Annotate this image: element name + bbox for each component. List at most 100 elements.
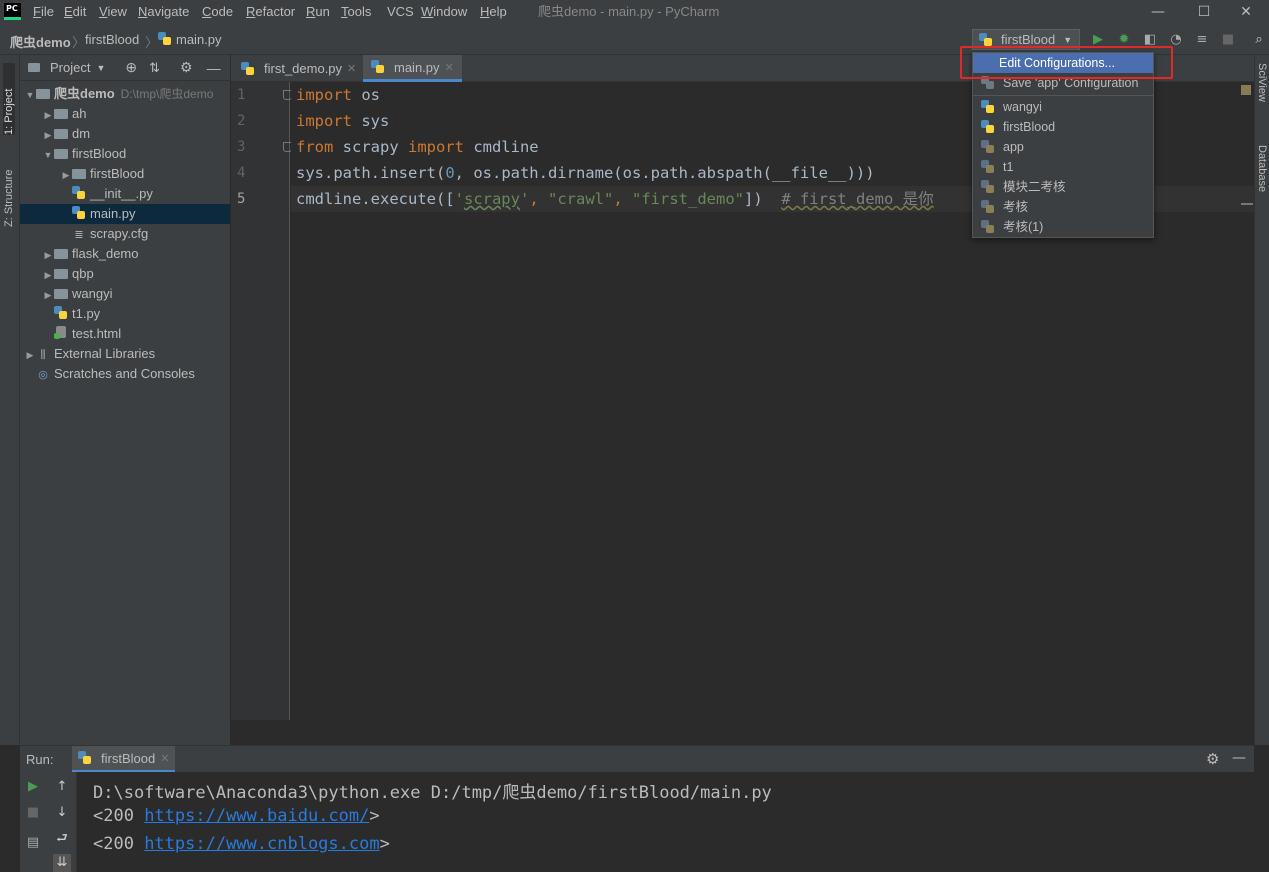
menu-item[interactable]: Tools <box>341 3 371 21</box>
hide-icon[interactable]: — <box>207 60 221 76</box>
run-tab[interactable]: firstBlood ✕ <box>72 746 176 773</box>
tree-item[interactable]: ▼ 爬虫demo D:\tmp\爬虫demo <box>20 84 230 104</box>
tree-item[interactable]: ▶ ah <box>20 104 230 124</box>
minimize-button[interactable]: — <box>1135 0 1181 25</box>
console-link[interactable]: https://www.cnblogs.com <box>144 834 379 854</box>
run-config-item-label: 模块二考核 <box>1003 180 1066 194</box>
run-console[interactable]: D:\software\Anaconda3\python.exe D:/tmp/… <box>77 772 1254 872</box>
tree-item[interactable]: test.html <box>20 324 230 344</box>
concurrency-icon[interactable]: ≡ <box>1193 31 1211 49</box>
stop-icon[interactable]: ■ <box>1219 31 1237 49</box>
breadcrumb-folder[interactable]: firstBlood <box>85 32 139 47</box>
soft-wrap-icon[interactable]: ⮐ <box>53 830 71 848</box>
menu-item[interactable]: Edit <box>64 3 86 21</box>
menu-item[interactable]: File <box>33 3 54 21</box>
tree-item[interactable]: ◎ Scratches and Consoles <box>20 364 230 384</box>
run-config-item[interactable]: 考核 <box>973 197 1153 217</box>
tree-item-label: main.py <box>90 206 136 221</box>
run-config-item[interactable]: 考核(1) <box>973 217 1153 237</box>
expand-right-icon[interactable]: ▶ <box>42 245 54 265</box>
folder-icon <box>54 269 68 279</box>
run-config-item[interactable]: wangyi <box>973 97 1153 117</box>
tree-item[interactable]: __init__.py <box>20 184 230 204</box>
tree-item-label: firstBlood <box>90 166 145 181</box>
menu-item[interactable]: Refactor <box>246 3 295 21</box>
search-icon[interactable]: ⌕ <box>1250 31 1268 49</box>
console-text: > <box>379 834 390 854</box>
scroll-up-icon[interactable]: ↑ <box>53 778 71 796</box>
tree-item[interactable]: t1.py <box>20 304 230 324</box>
tree-item[interactable]: ▶ wangyi <box>20 284 230 304</box>
inspection-icon[interactable] <box>1241 85 1251 95</box>
close-icon[interactable]: ✕ <box>347 62 356 75</box>
chevron-down-icon[interactable]: ▼ <box>96 63 105 73</box>
tree-item[interactable]: ▶ qbp <box>20 264 230 284</box>
layout-icon[interactable]: ▤ <box>24 834 42 852</box>
scroll-to-end-icon[interactable]: ⇊ <box>53 854 71 872</box>
breadcrumb-file[interactable]: main.py <box>176 32 222 47</box>
tree-item[interactable]: ▶ ⫼ External Libraries <box>20 344 230 364</box>
tree-item[interactable]: main.py <box>20 204 230 224</box>
menu-item[interactable]: VCS <box>387 3 414 21</box>
python-file-icon <box>241 61 255 76</box>
expand-right-icon[interactable]: ▶ <box>24 345 36 365</box>
close-icon[interactable]: ✕ <box>160 752 169 765</box>
expand-right-icon[interactable]: ▶ <box>42 105 54 125</box>
gear-icon[interactable]: ⚙ <box>1206 750 1219 768</box>
menu-item[interactable]: Window <box>421 3 467 21</box>
expand-right-icon[interactable]: ▶ <box>42 265 54 285</box>
tree-item[interactable]: ▶ flask_demo <box>20 244 230 264</box>
editor-tab[interactable]: first_demo.py ✕ <box>233 55 364 82</box>
sciview-tool-button[interactable]: SciView <box>1256 63 1268 102</box>
run-config-item[interactable]: app <box>973 137 1153 157</box>
menu-label: iew <box>107 4 127 19</box>
menu-mnemonic: E <box>64 4 73 19</box>
tree-item[interactable]: ▼ firstBlood <box>20 144 230 164</box>
expand-down-icon[interactable]: ▼ <box>42 145 54 165</box>
error-stripe-mark[interactable] <box>1241 203 1253 205</box>
menu-item[interactable]: Help <box>480 3 507 21</box>
code-line: from scrapy import cmdline <box>296 134 539 160</box>
close-window-button[interactable]: ✕ <box>1223 0 1269 25</box>
menu-item[interactable]: Code <box>202 3 233 21</box>
tree-item[interactable]: ≣ scrapy.cfg <box>20 224 230 244</box>
gear-icon[interactable]: ⚙ <box>180 59 193 76</box>
python-file-icon <box>72 186 86 200</box>
tree-item[interactable]: ▶ dm <box>20 124 230 144</box>
menu-item[interactable]: View <box>99 3 127 21</box>
structure-tool-button[interactable]: Z: Structure <box>3 147 15 227</box>
run-config-item[interactable]: t1 <box>973 157 1153 177</box>
editor-tab[interactable]: main.py ✕ <box>363 55 462 82</box>
run-config-item[interactable]: 模块二考核 <box>973 177 1153 197</box>
expand-right-icon[interactable]: ▶ <box>42 125 54 145</box>
collapse-all-icon[interactable]: ⇅ <box>149 60 160 76</box>
tree-item-label: flask_demo <box>72 246 139 261</box>
locate-icon[interactable]: ⊕ <box>125 59 137 76</box>
hide-icon[interactable]: — <box>1232 750 1246 766</box>
run-config-item[interactable]: firstBlood <box>973 117 1153 137</box>
menu-item[interactable]: Navigate <box>138 3 189 21</box>
expand-right-icon[interactable]: ▶ <box>60 165 72 185</box>
menu-item[interactable]: Run <box>306 3 330 21</box>
menu-label: efactor <box>255 4 296 19</box>
code-token: scrapy <box>463 190 520 208</box>
close-icon[interactable]: ✕ <box>445 61 454 74</box>
tree-item-label: Scratches and Consoles <box>54 366 195 381</box>
rerun-icon[interactable]: ▶ <box>24 778 42 796</box>
console-link[interactable]: https://www.baidu.com/ <box>144 806 369 826</box>
project-tool-button[interactable]: 1: Project <box>3 63 15 135</box>
run-config-dropdown: Edit Configurations... Save 'app' Config… <box>972 52 1154 238</box>
expand-right-icon[interactable]: ▶ <box>42 285 54 305</box>
stop-icon[interactable]: ■ <box>24 804 42 822</box>
maximize-button[interactable]: ☐ <box>1181 0 1227 25</box>
breadcrumb-project[interactable]: 爬虫demo <box>10 32 71 51</box>
tree-item[interactable]: ▶ firstBlood <box>20 164 230 184</box>
scroll-down-icon[interactable]: ↓ <box>53 804 71 822</box>
project-view-selector[interactable]: Project <box>50 60 90 75</box>
code-token: , <box>613 190 632 208</box>
database-tool-button[interactable]: Database <box>1256 145 1268 192</box>
expand-down-icon[interactable]: ▼ <box>24 85 36 105</box>
python-file-icon <box>371 60 385 74</box>
run-config-item-label: 考核(1) <box>1003 220 1044 234</box>
run-config-item-label: t1 <box>1003 160 1014 174</box>
